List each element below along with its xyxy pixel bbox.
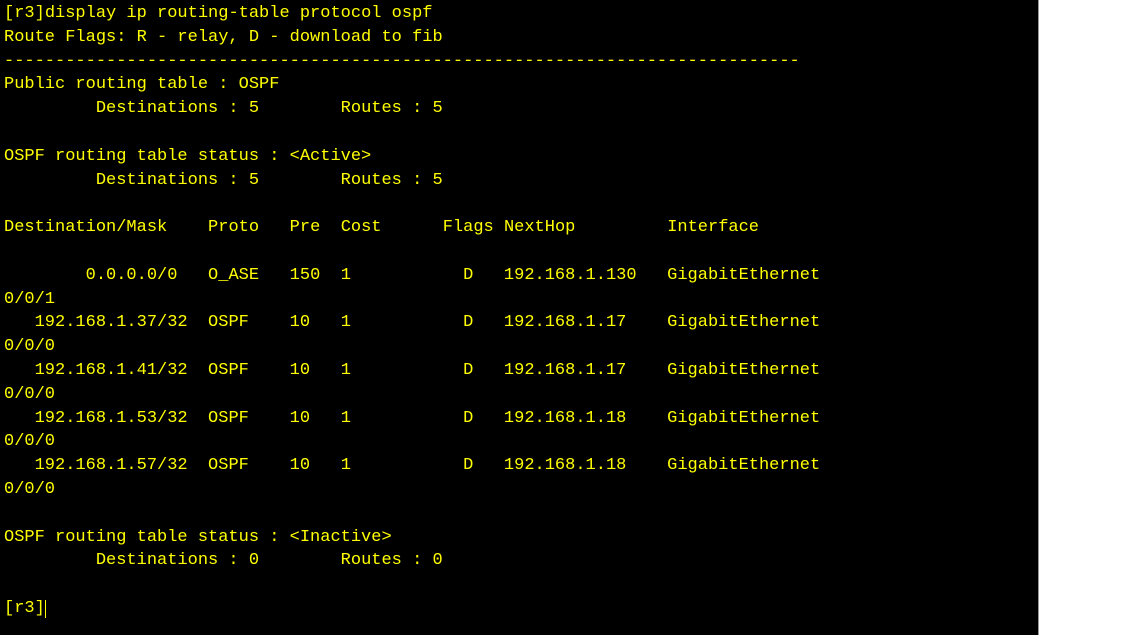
col-interface: Interface: [667, 218, 759, 237]
inactive-routes: Routes : 0: [341, 551, 443, 570]
col-cost: Cost: [341, 218, 382, 237]
route-row: 0.0.0.0/0 O_ASE 150 1 D 192.168.1.130 Gi…: [4, 266, 820, 285]
col-pre: Pre: [290, 218, 321, 237]
active-routes: Routes : 5: [341, 171, 443, 190]
public-table-title: Public routing table : OSPF: [4, 75, 279, 94]
public-destinations: Destinations : 5: [4, 99, 259, 118]
route-wrap: 0/0/1: [4, 290, 55, 309]
public-routes: Routes : 5: [341, 99, 443, 118]
route-row: 192.168.1.41/32 OSPF 10 1 D 192.168.1.17…: [4, 361, 820, 380]
route-wrap: 0/0/0: [4, 480, 55, 499]
active-destinations: Destinations : 5: [4, 171, 259, 190]
col-dest: Destination/Mask: [4, 218, 167, 237]
route-flags-header: Route Flags: R - relay, D - download to …: [4, 28, 443, 47]
inactive-status-title: OSPF routing table status : <Inactive>: [4, 528, 392, 547]
route-row: 192.168.1.57/32 OSPF 10 1 D 192.168.1.18…: [4, 456, 820, 475]
route-row: 192.168.1.37/32 OSPF 10 1 D 192.168.1.17…: [4, 313, 820, 332]
cursor[interactable]: [45, 600, 46, 618]
command-text: display ip routing-table protocol ospf: [45, 4, 433, 23]
inactive-destinations: Destinations : 0: [4, 551, 259, 570]
divider: ----------------------------------------…: [4, 52, 800, 71]
active-status-title: OSPF routing table status : <Active>: [4, 147, 371, 166]
col-nexthop: NextHop: [504, 218, 575, 237]
route-wrap: 0/0/0: [4, 337, 55, 356]
col-flags: Flags: [443, 218, 494, 237]
end-prompt: [r3]: [4, 599, 45, 618]
route-wrap: 0/0/0: [4, 432, 55, 451]
prompt: [r3]: [4, 4, 45, 23]
col-proto: Proto: [208, 218, 259, 237]
terminal-output[interactable]: [r3]display ip routing-table protocol os…: [0, 0, 1039, 635]
route-row: 192.168.1.53/32 OSPF 10 1 D 192.168.1.18…: [4, 409, 820, 428]
route-wrap: 0/0/0: [4, 385, 55, 404]
